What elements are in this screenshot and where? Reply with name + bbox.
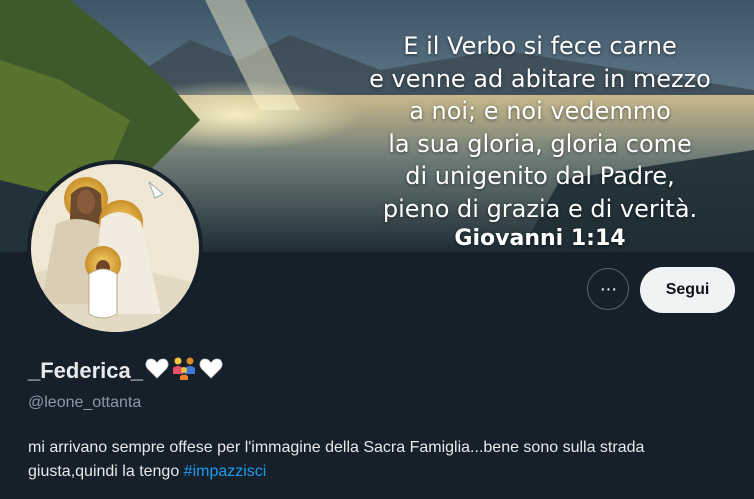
display-name-row: _Federica_ <box>28 356 223 385</box>
verse-reference: Giovanni 1:14 <box>454 226 626 251</box>
bio-text: mi arrivano sempre offese per l'immagine… <box>28 439 645 480</box>
avatar[interactable] <box>27 160 203 336</box>
family-icon <box>171 356 197 385</box>
verse-line: E il Verbo si fece carne <box>403 32 677 60</box>
verse-line: pieno di grazia e di verità. <box>382 194 698 223</box>
hashtag-link[interactable]: #impazzisci <box>184 463 267 480</box>
verse-line: la sua gloria, gloria come <box>388 129 692 158</box>
follow-button[interactable]: Segui <box>640 267 735 313</box>
verse-line: e venne ad abitare in mezzo <box>369 64 711 93</box>
more-options-button[interactable]: ··· <box>587 268 629 310</box>
user-handle: @leone_ottanta <box>28 394 142 411</box>
profile-bio: mi arrivano sempre offese per l'immagine… <box>28 436 728 484</box>
holy-family-avatar-image <box>31 164 199 332</box>
verse-line: a noi; e noi vedemmo <box>409 97 671 125</box>
verse-line: di unigenito dal Padre, <box>405 162 675 190</box>
display-name: _Federica_ <box>28 357 143 383</box>
white-heart-icon <box>145 357 169 384</box>
white-heart-icon <box>199 357 223 384</box>
more-options-icon: ··· <box>599 277 618 300</box>
banner-verse-text: E il Verbo si fece carne e venne ad abit… <box>330 30 750 225</box>
